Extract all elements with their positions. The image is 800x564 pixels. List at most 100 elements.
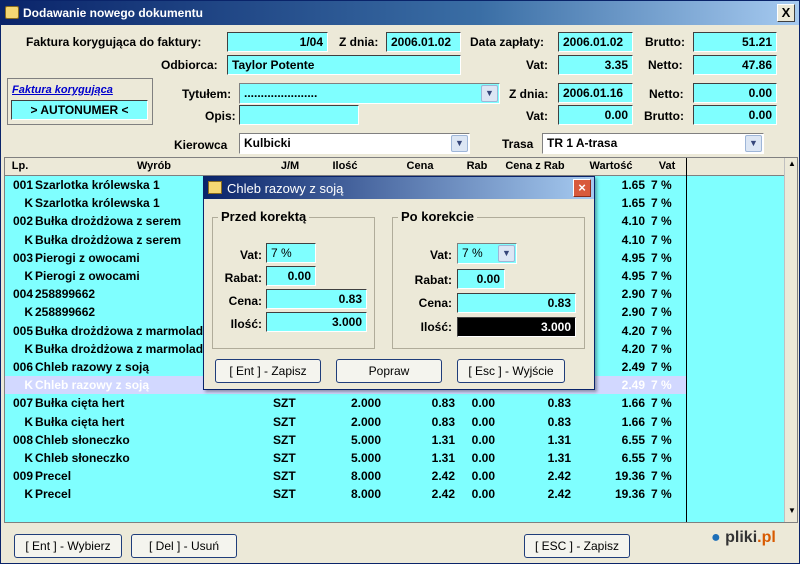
table-row[interactable]: K Chleb słoneczko SZT 5.000 1.31 0.00 1.31 6.55… bbox=[5, 449, 687, 467]
close-button[interactable]: X bbox=[777, 4, 795, 22]
col-price-disc[interactable]: Cena z Rab bbox=[497, 160, 573, 172]
col-unit[interactable]: J/M bbox=[273, 160, 307, 172]
title-combo[interactable]: ...................... ▼ bbox=[239, 83, 500, 104]
corr-netto-label: Netto: bbox=[649, 87, 684, 101]
dialog-exit-button[interactable]: [ Esc ] - Wyjście bbox=[457, 359, 565, 383]
cell-lp: 009 bbox=[12, 469, 33, 484]
before-rabat-field[interactable]: 0.00 bbox=[266, 266, 316, 286]
invoice-date-field[interactable]: 2006.01.02 bbox=[386, 32, 461, 52]
col-vat[interactable]: Vat bbox=[649, 160, 685, 172]
netto-field[interactable]: 47.86 bbox=[693, 55, 777, 75]
dialog-close-button[interactable]: × bbox=[573, 179, 591, 197]
col-discount[interactable]: Rab bbox=[457, 160, 497, 172]
dialog-save-button[interactable]: [ Ent ] - Zapisz bbox=[215, 359, 321, 383]
select-button[interactable]: [ Ent ] - Wybierz bbox=[14, 534, 122, 558]
scroll-down-icon[interactable]: ▼ bbox=[786, 506, 797, 520]
driver-combo[interactable]: Kulbicki ▼ bbox=[239, 133, 470, 154]
cell-lp: 006 bbox=[12, 360, 33, 374]
cell-unit: SZT bbox=[273, 487, 296, 502]
cell-discount: 0.00 bbox=[471, 432, 495, 447]
autonumber-field[interactable]: > AUTONUMER < bbox=[11, 100, 148, 120]
cell-lp: 004 bbox=[12, 287, 33, 302]
cell-price: 1.31 bbox=[431, 451, 455, 465]
col-qty[interactable]: Ilość bbox=[307, 160, 383, 172]
cell-product: Bułka cięta hert bbox=[35, 396, 125, 411]
col-product[interactable]: Wyrób bbox=[35, 160, 273, 172]
col-price[interactable]: Cena bbox=[383, 160, 457, 172]
brutto-label: Brutto: bbox=[645, 35, 685, 49]
dialog-fix-button[interactable]: Popraw bbox=[336, 359, 442, 383]
pliki-logo: ● pliki.pl bbox=[711, 529, 776, 546]
corr-netto-field[interactable]: 0.00 bbox=[693, 83, 777, 103]
cell-vat: 7 % bbox=[651, 378, 672, 393]
cell-product: Precel bbox=[35, 469, 72, 484]
cell-value: 19.36 bbox=[614, 487, 645, 502]
cell-lp: K bbox=[24, 487, 33, 502]
after-vat-combo[interactable]: 7 % ▼ bbox=[457, 243, 517, 264]
recipient-field[interactable]: Taylor Potente bbox=[227, 55, 461, 75]
correction-panel: Faktura korygująca > AUTONUMER < bbox=[7, 78, 153, 125]
chevron-down-icon[interactable]: ▼ bbox=[745, 135, 762, 152]
cell-product: Precel bbox=[35, 487, 72, 502]
vat-label: Vat: bbox=[526, 58, 549, 72]
col-lp[interactable]: Lp. bbox=[7, 160, 33, 172]
cell-qty: 8.000 bbox=[350, 469, 381, 484]
cell-vat: 7 % bbox=[651, 196, 672, 211]
cell-price-disc: 1.31 bbox=[547, 451, 571, 465]
table-row[interactable]: K Bułka cięta hert SZT 2.000 0.83 0.00 0.83 1.6… bbox=[5, 413, 687, 431]
table-row[interactable]: 009 Precel SZT 8.000 2.42 0.00 2.42 19.36 7 % bbox=[5, 467, 687, 485]
cell-qty: 2.000 bbox=[350, 414, 381, 429]
cell-lp: 001 bbox=[12, 178, 33, 192]
after-rabat-label: Rabat: bbox=[414, 273, 452, 287]
title-value: ...................... bbox=[244, 86, 318, 100]
cell-price-disc: 1.31 bbox=[547, 432, 571, 447]
chevron-down-icon[interactable]: ▼ bbox=[481, 85, 498, 102]
cell-lp: 005 bbox=[12, 323, 33, 338]
before-vat-field[interactable]: 7 % bbox=[266, 243, 316, 263]
cell-discount: 0.00 bbox=[471, 469, 495, 484]
corr-brutto-field[interactable]: 0.00 bbox=[693, 105, 777, 125]
cell-vat: 7 % bbox=[651, 451, 672, 465]
cell-lp: K bbox=[24, 414, 33, 429]
cell-vat: 7 % bbox=[651, 232, 672, 247]
brutto-field[interactable]: 51.21 bbox=[693, 32, 777, 52]
title-bar[interactable]: Dodawanie nowego dokumentu X bbox=[1, 1, 799, 25]
before-cena-field[interactable]: 0.83 bbox=[266, 289, 367, 309]
vat-field[interactable]: 3.35 bbox=[558, 55, 633, 75]
table-row[interactable]: K Precel SZT 8.000 2.42 0.00 2.42 19.36 7 % bbox=[5, 485, 687, 503]
cell-qty: 5.000 bbox=[350, 432, 381, 447]
table-header: Lp. Wyrób J/M Ilość Cena Rab Cena z Rab … bbox=[5, 158, 797, 176]
after-rabat-field[interactable]: 0.00 bbox=[457, 269, 505, 289]
desc-field[interactable] bbox=[239, 105, 359, 125]
table-row[interactable]: 007 Bułka cięta hert SZT 2.000 0.83 0.00 0.83 1… bbox=[5, 394, 687, 412]
delete-button[interactable]: [ Del ] - Usuń bbox=[131, 534, 237, 558]
after-cena-field[interactable]: 0.83 bbox=[457, 293, 576, 313]
corr-brutto-label: Brutto: bbox=[644, 109, 684, 123]
payment-date-field[interactable]: 2006.01.02 bbox=[558, 32, 633, 52]
cell-product: Bułka cięta hert bbox=[35, 414, 125, 429]
after-ilosc-field[interactable]: 3.000 bbox=[457, 317, 576, 337]
corr-date-field[interactable]: 2006.01.16 bbox=[558, 83, 633, 103]
cell-qty: 2.000 bbox=[350, 396, 381, 411]
before-ilosc-field[interactable]: 3.000 bbox=[266, 312, 367, 332]
col-value[interactable]: Wartość bbox=[573, 160, 649, 172]
scrollbar[interactable]: ▲ ▼ bbox=[784, 158, 797, 522]
route-combo[interactable]: TR 1 A-trasa ▼ bbox=[542, 133, 764, 154]
corr-vat-field[interactable]: 0.00 bbox=[558, 105, 633, 125]
invoice-number-field[interactable]: 1/04 bbox=[227, 32, 328, 52]
scroll-up-icon[interactable]: ▲ bbox=[786, 159, 797, 173]
table-row[interactable]: 008 Chleb słoneczko SZT 5.000 1.31 0.00 1.31 6.… bbox=[5, 431, 687, 449]
dialog-title: Chleb razowy z soją bbox=[227, 181, 344, 196]
correction-link[interactable]: Faktura korygująca bbox=[12, 84, 113, 96]
desc-label: Opis: bbox=[205, 109, 236, 123]
invoice-label: Faktura korygująca do faktury: bbox=[26, 35, 202, 49]
cell-lp: K bbox=[24, 232, 33, 247]
edit-dialog: Chleb razowy z soją × Przed korektą Vat:… bbox=[203, 176, 595, 390]
cell-value: 19.36 bbox=[614, 469, 645, 484]
cell-vat: 7 % bbox=[651, 487, 672, 502]
save-button[interactable]: [ ESC ] - Zapisz bbox=[524, 534, 630, 558]
chevron-down-icon[interactable]: ▼ bbox=[498, 245, 515, 262]
dialog-title-bar[interactable]: Chleb razowy z soją × bbox=[204, 177, 594, 199]
recipient-label: Odbiorca: bbox=[161, 58, 218, 72]
chevron-down-icon[interactable]: ▼ bbox=[451, 135, 468, 152]
